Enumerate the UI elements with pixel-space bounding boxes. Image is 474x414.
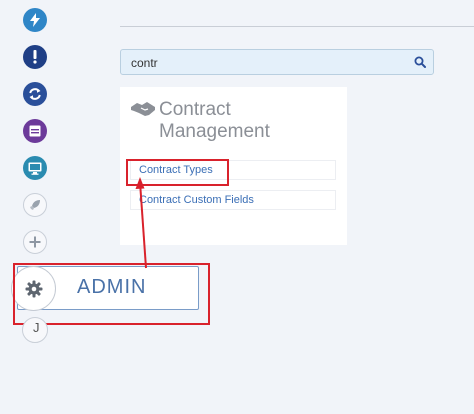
annotation-arrow [135, 177, 147, 269]
